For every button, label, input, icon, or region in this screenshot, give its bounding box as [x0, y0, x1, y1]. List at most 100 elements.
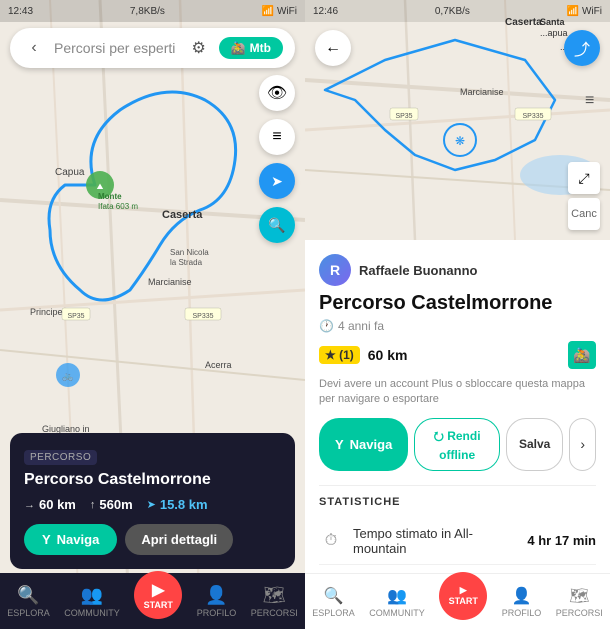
mtb-badge[interactable]: 🚵 Mtb — [219, 37, 283, 59]
share-button[interactable]: ⤴ — [564, 30, 600, 66]
dist-blue-stat: ➤ 15.8 km — [147, 497, 208, 512]
nav-percorsi-left[interactable]: 🗺 PERCORSI — [251, 585, 298, 618]
nav-profilo-right[interactable]: 👤 PROFILO — [502, 586, 542, 618]
svg-text:🚲: 🚲 — [62, 371, 73, 381]
svg-text:Ifata 603 m: Ifata 603 m — [98, 202, 138, 211]
percorsi-icon-right: 🗺 — [569, 586, 589, 606]
avatar-letter: R — [330, 262, 340, 278]
user-row: R Raffaele Buonanno — [319, 254, 596, 286]
naviga-icon-right: Y — [335, 437, 344, 452]
nav-start-right[interactable]: ▶ START — [439, 572, 487, 620]
nav-profilo-left[interactable]: 👤 PROFILO — [197, 585, 237, 618]
route-card-left: PERCORSO Percorso Castelmorrone → 60 km … — [10, 433, 295, 569]
start-label-right: START — [449, 596, 478, 606]
cancel-btn[interactable]: Canc — [568, 198, 600, 230]
back-button-left[interactable]: ‹ — [22, 36, 46, 60]
nav-community-left[interactable]: 👥 COMMUNITY — [64, 585, 120, 618]
svg-text:...apua: ...apua — [540, 28, 568, 38]
offline-button[interactable]: ⭮ Rendi offline — [414, 418, 500, 471]
svg-text:≡: ≡ — [585, 92, 594, 109]
start-label-left: START — [144, 600, 173, 610]
nav-percorsi-right[interactable]: 🗺 PERCORSI — [556, 586, 603, 618]
map-right: SP35 SP335 Santa ...apua ...etere Casert… — [305, 0, 610, 240]
route-title-left: Percorso Castelmorrone — [24, 471, 281, 489]
signal-right: 📶 WiFi — [567, 6, 602, 17]
percorsi-icon-left: 🗺 — [263, 585, 286, 606]
route-title-right: Percorso Castelmorrone — [319, 292, 596, 315]
svg-text:Marcianise: Marcianise — [460, 87, 504, 97]
status-bar-right: 12:46 0,7KB/s 📶 WiFi — [305, 0, 610, 22]
time-ago: 🕐 4 anni fa — [319, 319, 596, 333]
nav-start-left[interactable]: ▶ START — [134, 571, 182, 619]
stat-value-0: 4 hr 17 min — [527, 533, 596, 548]
plus-notice: Devi avere un account Plus o sbloccare q… — [319, 377, 596, 408]
naviga-icon-left: Y — [42, 532, 51, 547]
esplora-label-right: ESPLORA — [312, 608, 355, 618]
svg-text:SP35: SP35 — [395, 113, 412, 120]
bottom-nav-right: 🔍 ESPLORA 👥 COMMUNITY ▶ START 👤 PROFILO … — [305, 573, 610, 629]
mtb-icon-small: 🚵 — [568, 341, 596, 369]
svg-text:SP35: SP35 — [67, 313, 84, 320]
esplora-icon-left: 🔍 — [17, 585, 39, 606]
profilo-label-left: PROFILO — [197, 608, 237, 618]
elevation-value: 560m — [99, 497, 132, 512]
svg-text:Caserta: Caserta — [162, 209, 203, 221]
time-right: 12:46 — [313, 6, 338, 17]
visibility-toggle[interactable]: 👁 — [259, 75, 295, 111]
svg-text:SP335: SP335 — [192, 313, 213, 320]
search-input[interactable]: Percorsi per esperti — [54, 40, 179, 56]
profilo-icon-left: 👤 — [205, 585, 227, 606]
mtb-label: Mtb — [250, 41, 271, 55]
action-buttons: Y Naviga ⭮ Rendi offline Salva › — [319, 418, 596, 471]
svg-text:Acerra: Acerra — [205, 360, 232, 370]
right-panel: SP35 SP335 Santa ...apua ...etere Casert… — [305, 0, 610, 629]
rating-text: ★ (1) — [325, 348, 354, 362]
start-icon-right: ▶ — [460, 585, 467, 596]
distance-value: 60 km — [39, 497, 76, 512]
elevation-stat: ↑ 560m — [90, 497, 133, 512]
nav-esplora-right[interactable]: 🔍 ESPLORA — [312, 586, 355, 618]
back-button-right[interactable]: ← — [315, 30, 351, 66]
time-icon: ⏱ — [319, 532, 343, 550]
arrow-blue-icon: ➤ — [147, 498, 156, 511]
arrow-up-icon: ↑ — [90, 499, 96, 511]
bottom-nav-left: 🔍 ESPLORA 👥 COMMUNITY ▶ START 👤 PROFILO … — [0, 573, 305, 629]
naviga-label-left: Naviga — [57, 532, 100, 547]
salva-label: Salva — [519, 437, 550, 451]
salva-button[interactable]: Salva — [506, 418, 563, 471]
svg-text:Marcianise: Marcianise — [148, 277, 192, 287]
status-bar-left: 12:43 7,8KB/s 📶 WiFi — [0, 0, 305, 22]
percorsi-label-left: PERCORSI — [251, 608, 298, 618]
km-badge: 60 km — [368, 347, 408, 363]
navigation-button[interactable]: ➤ — [259, 163, 295, 199]
nav-community-right[interactable]: 👥 COMMUNITY — [369, 586, 425, 618]
rating-row: ★ (1) 60 km 🚵 — [319, 341, 596, 369]
stat-row-0: ⏱ Tempo stimato in All-mountain 4 hr 17 … — [319, 518, 596, 565]
expand-icon[interactable]: ⤢ — [568, 162, 600, 194]
search-bar[interactable]: ‹ Percorsi per esperti ⚙ 🚵 Mtb — [10, 28, 295, 68]
dist-blue-value: 15.8 km — [160, 497, 208, 512]
stats-section: STATISTICHE ⏱ Tempo stimato in All-mount… — [319, 485, 596, 573]
svg-text:San Nicola: San Nicola — [170, 248, 209, 257]
profilo-icon-right: 👤 — [512, 586, 532, 606]
svg-text:Monte: Monte — [98, 192, 122, 201]
more-button[interactable]: › — [569, 418, 596, 471]
community-icon-left: 👥 — [81, 585, 103, 606]
clock-icon: 🕐 — [319, 319, 334, 333]
layers-button[interactable]: ≡ — [259, 119, 295, 155]
naviga-button-left[interactable]: Y Naviga — [24, 524, 117, 555]
bike-icon: 🚵 — [231, 41, 246, 55]
time-ago-text: 4 anni fa — [338, 319, 384, 333]
svg-text:Principe: Principe — [30, 307, 63, 317]
svg-text:⛰: ⛰ — [97, 182, 104, 191]
signal-left: 📶 WiFi — [262, 6, 297, 17]
naviga-button-right[interactable]: Y Naviga — [319, 418, 408, 471]
filter-icon[interactable]: ⚙ — [187, 36, 211, 60]
dettagli-button[interactable]: Apri dettagli — [125, 524, 233, 555]
community-icon-right: 👥 — [387, 586, 407, 606]
data-right: 0,7KB/s — [435, 6, 470, 17]
zoom-location[interactable]: 🔍 — [259, 207, 295, 243]
route-tag: PERCORSO — [24, 450, 97, 465]
route-actions: Y Naviga Apri dettagli — [24, 524, 281, 555]
nav-esplora-left[interactable]: 🔍 ESPLORA — [7, 585, 50, 618]
